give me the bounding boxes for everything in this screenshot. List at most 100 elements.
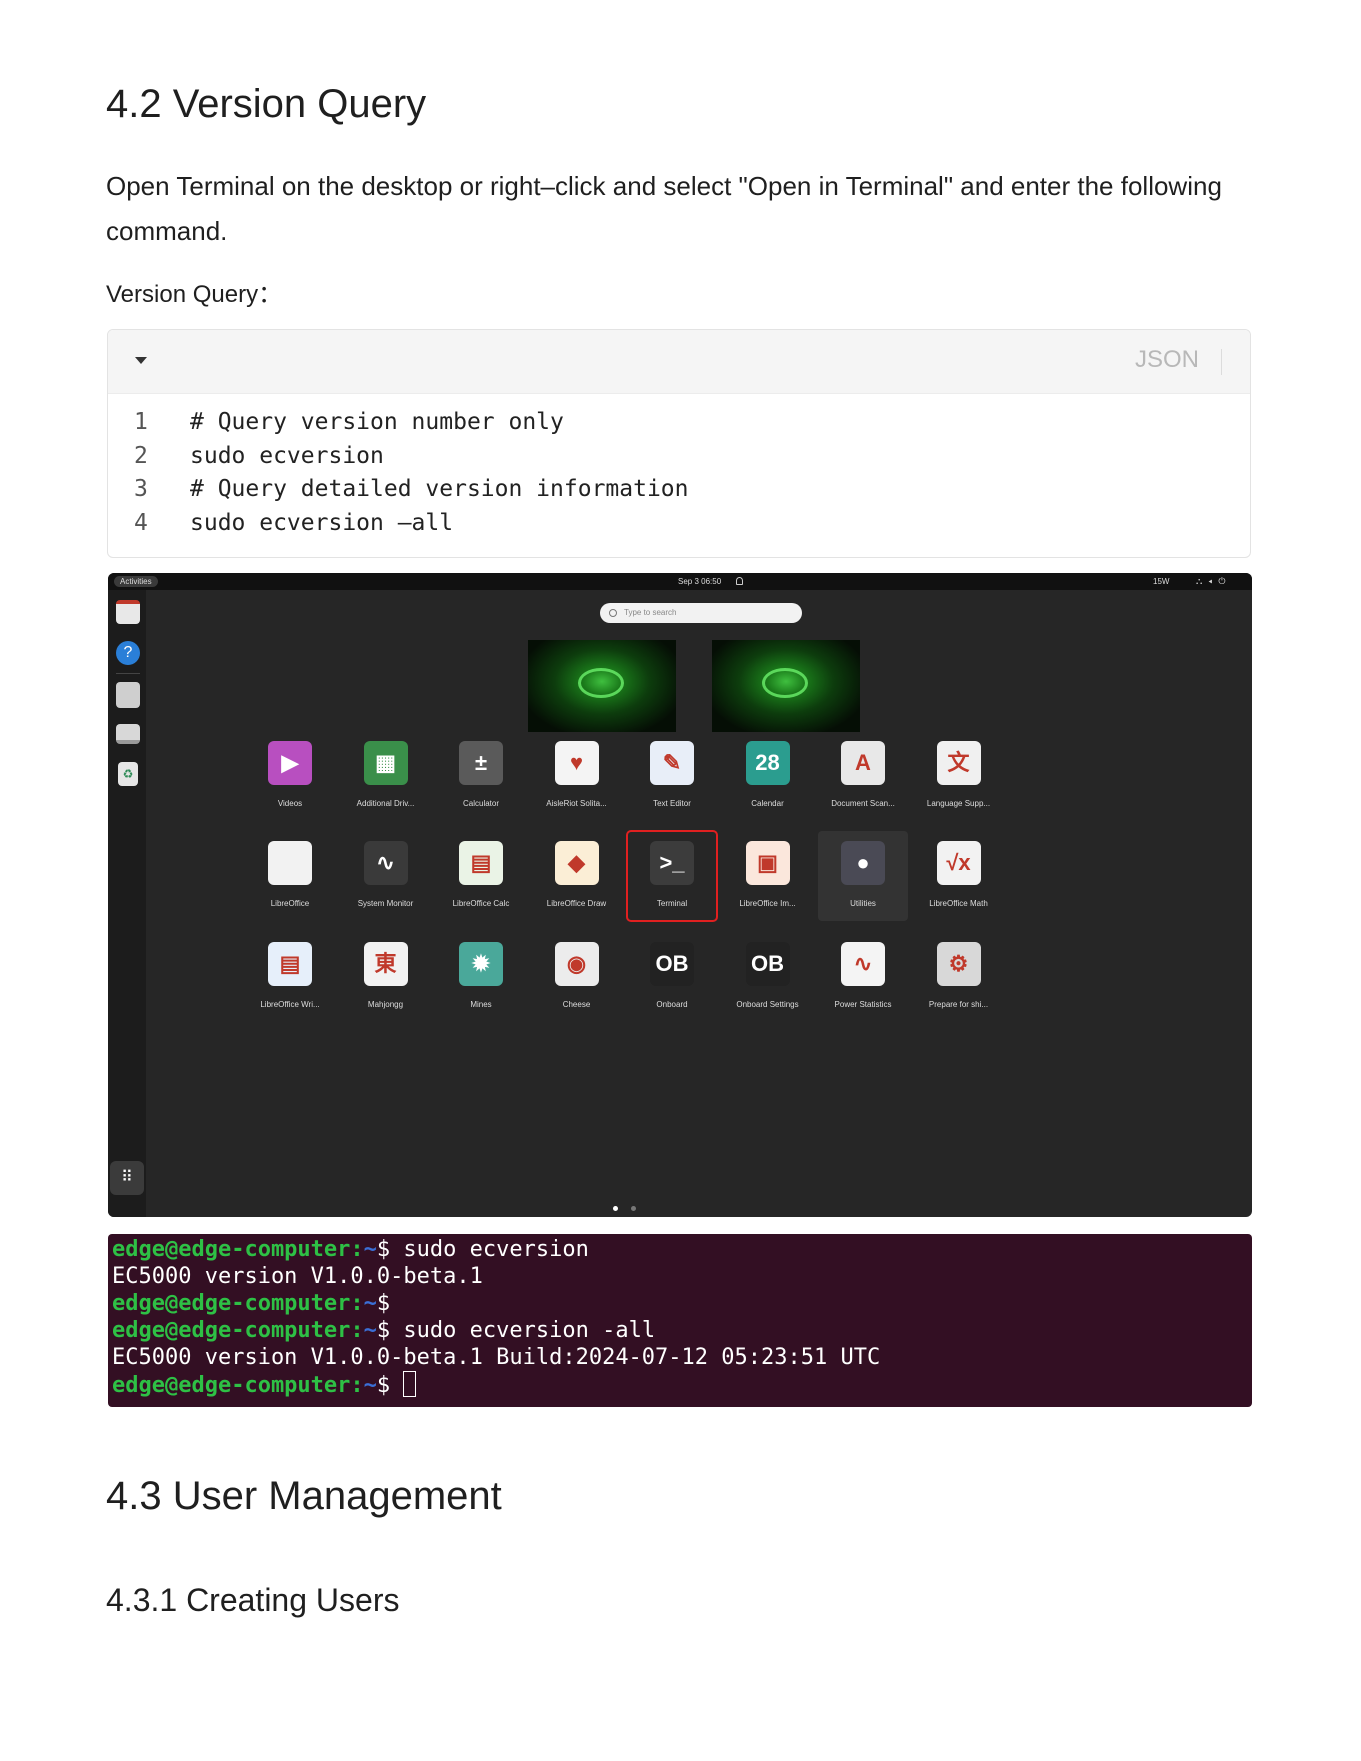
language-supp-icon: 文 <box>936 741 981 785</box>
show-apps-grid-icon[interactable]: ⠿ <box>110 1161 144 1195</box>
desktop-screenshot: Activities Sep 3 06:50 15W ⛬◂⏻ ? ♻ ⠿ Typ… <box>108 573 1252 1217</box>
help-icon[interactable]: ? <box>116 641 140 665</box>
calculator-icon: ± <box>459 741 503 785</box>
system-monitor-icon: ∿ <box>363 841 408 885</box>
power-indicator[interactable]: 15W <box>1153 576 1169 587</box>
document-scan-icon: A <box>841 741 885 785</box>
mahjongg-icon: 東 <box>363 942 408 986</box>
power-statistics-icon: ∿ <box>841 942 885 986</box>
libreoffice-im-icon: ▣ <box>745 841 790 885</box>
mines-icon: ✹ <box>459 942 503 986</box>
line-number: 3 <box>134 476 148 502</box>
app-libreoffice[interactable]: LibreOffice <box>245 831 335 921</box>
app-mahjongg[interactable]: 東 Mahjongg <box>341 932 431 1022</box>
libreoffice-calc-icon: ▤ <box>459 841 503 885</box>
workspace-thumbnail-1[interactable] <box>528 640 676 732</box>
code-text: # Query version number only <box>190 409 564 435</box>
app-label: Onboard <box>656 1000 688 1009</box>
app-libreoffice-wri[interactable]: ▤ LibreOffice Wri... <box>245 932 335 1022</box>
app-label: AisleRiot Solita... <box>546 799 607 808</box>
videos-icon: ▶ <box>268 741 312 785</box>
terminal-command: sudo ecversion <box>390 1237 589 1262</box>
header-divider <box>1221 349 1222 375</box>
app-label: Calculator <box>462 799 499 808</box>
disk-icon[interactable] <box>116 682 140 708</box>
app-system-monitor[interactable]: ∿ System Monitor <box>341 831 431 921</box>
calendar-icon: 28 <box>745 741 790 785</box>
app-terminal[interactable]: >_ Terminal <box>626 830 718 922</box>
line-number: 2 <box>134 442 148 469</box>
app-libreoffice-calc[interactable]: ▤ LibreOffice Calc <box>436 831 526 921</box>
collapse-caret-icon[interactable] <box>135 357 147 364</box>
app-libreoffice-draw[interactable]: ◆ LibreOffice Draw <box>532 831 622 921</box>
code-lines: 1 # Query version number only 2 sudo ecvers… <box>108 409 1250 543</box>
app-label: Document Scan... <box>831 799 895 808</box>
terminal-command: sudo ecversion -all <box>390 1318 656 1343</box>
app-power-statistics[interactable]: ∿ Power Statistics <box>818 932 908 1022</box>
app-text-editor[interactable]: ✎ Text Editor <box>627 731 717 821</box>
code-line: 2 sudo ecversion <box>108 443 1250 477</box>
app-calculator[interactable]: ± Calculator <box>436 731 526 821</box>
app-utilities[interactable]: ● Utilities <box>818 831 908 921</box>
app-additional-driv[interactable]: ▦ Additional Driv... <box>341 731 431 821</box>
terminal-prompt-line: edge@edge-computer:~$ <box>112 1291 391 1316</box>
page-indicator-active[interactable] <box>613 1206 618 1211</box>
search-input[interactable]: Type to search <box>600 603 802 623</box>
prompt-path: ~ <box>363 1237 377 1262</box>
app-aisleriot-solita[interactable]: ♥ AisleRiot Solita... <box>532 731 622 821</box>
app-label: Power Statistics <box>834 1000 892 1009</box>
app-libreoffice-math[interactable]: √x LibreOffice Math <box>914 831 1004 921</box>
prompt-user: edge@edge-computer <box>112 1318 351 1343</box>
prompt-user: edge@edge-computer <box>112 1373 351 1398</box>
terminal-output: edge@edge-computer:~$ sudo ecversion EC50… <box>108 1234 1252 1407</box>
app-label: LibreOffice Im... <box>739 899 796 908</box>
terminal-icon: >_ <box>650 841 694 885</box>
app-label: LibreOffice <box>270 899 310 908</box>
code-block: JSON 1 # Query version number only 2 sudo e… <box>107 329 1251 558</box>
app-document-scan[interactable]: A Document Scan... <box>818 731 908 821</box>
onboard-settings-icon: OB <box>745 942 790 986</box>
app-language-supp[interactable]: 文 Language Supp... <box>914 731 1004 821</box>
drive-icon[interactable] <box>116 724 140 744</box>
libreoffice-wri-icon: ▤ <box>268 942 312 986</box>
line-number: 1 <box>134 409 148 435</box>
app-libreoffice-im[interactable]: ▣ LibreOffice Im... <box>723 831 813 921</box>
search-icon <box>609 609 617 617</box>
app-label: Language Supp... <box>926 799 991 808</box>
app-label: LibreOffice Calc <box>452 899 510 908</box>
activities-button[interactable]: Activities <box>114 576 158 587</box>
files-icon[interactable] <box>116 600 140 624</box>
app-calendar[interactable]: 28 Calendar <box>723 731 813 821</box>
page-indicator[interactable] <box>631 1206 636 1211</box>
terminal-prompt-line: edge@edge-computer:~$ sudo ecversion -al… <box>112 1318 656 1343</box>
app-label: Onboard Settings <box>736 1000 799 1009</box>
app-prepare-for-shi[interactable]: ⚙ Prepare for shi... <box>914 932 1004 1022</box>
app-onboard-settings[interactable]: OB Onboard Settings <box>723 932 813 1022</box>
app-videos[interactable]: ▶ Videos <box>245 731 335 821</box>
app-onboard[interactable]: OB Onboard <box>627 932 717 1022</box>
dock-separator <box>116 673 140 674</box>
app-label: Mahjongg <box>367 1000 404 1009</box>
libreoffice-math-icon: √x <box>936 841 981 885</box>
app-label: Additional Driv... <box>356 799 415 808</box>
clock[interactable]: Sep 3 06:50 <box>678 576 721 587</box>
libreoffice-icon <box>268 841 312 885</box>
app-label: Text Editor <box>653 799 691 808</box>
terminal-output-line: EC5000 version V1.0.0-beta.1 Build:2024-… <box>112 1345 881 1370</box>
app-label: Mines <box>470 1000 492 1009</box>
trash-icon[interactable]: ♻ <box>118 762 138 786</box>
code-text: sudo ecversion <box>190 442 384 469</box>
section-4-2-title: 4.2 Version Query <box>106 82 427 126</box>
utilities-icon: ● <box>841 841 885 885</box>
app-label: Utilities <box>850 899 876 908</box>
workspace-thumbnail-2[interactable] <box>712 640 860 732</box>
code-line: 1 # Query version number only <box>108 409 1250 443</box>
section-4-3-1-title: 4.3.1 Creating Users <box>106 1582 400 1618</box>
code-line: 4 sudo ecversion –all <box>108 510 1250 544</box>
app-label: Cheese <box>562 1000 591 1009</box>
terminal-command <box>390 1373 403 1398</box>
system-tray-icons[interactable]: ⛬◂⏻ <box>1196 575 1232 587</box>
app-cheese[interactable]: ◉ Cheese <box>532 932 622 1022</box>
app-mines[interactable]: ✹ Mines <box>436 932 526 1022</box>
nvidia-logo-icon <box>762 668 808 698</box>
